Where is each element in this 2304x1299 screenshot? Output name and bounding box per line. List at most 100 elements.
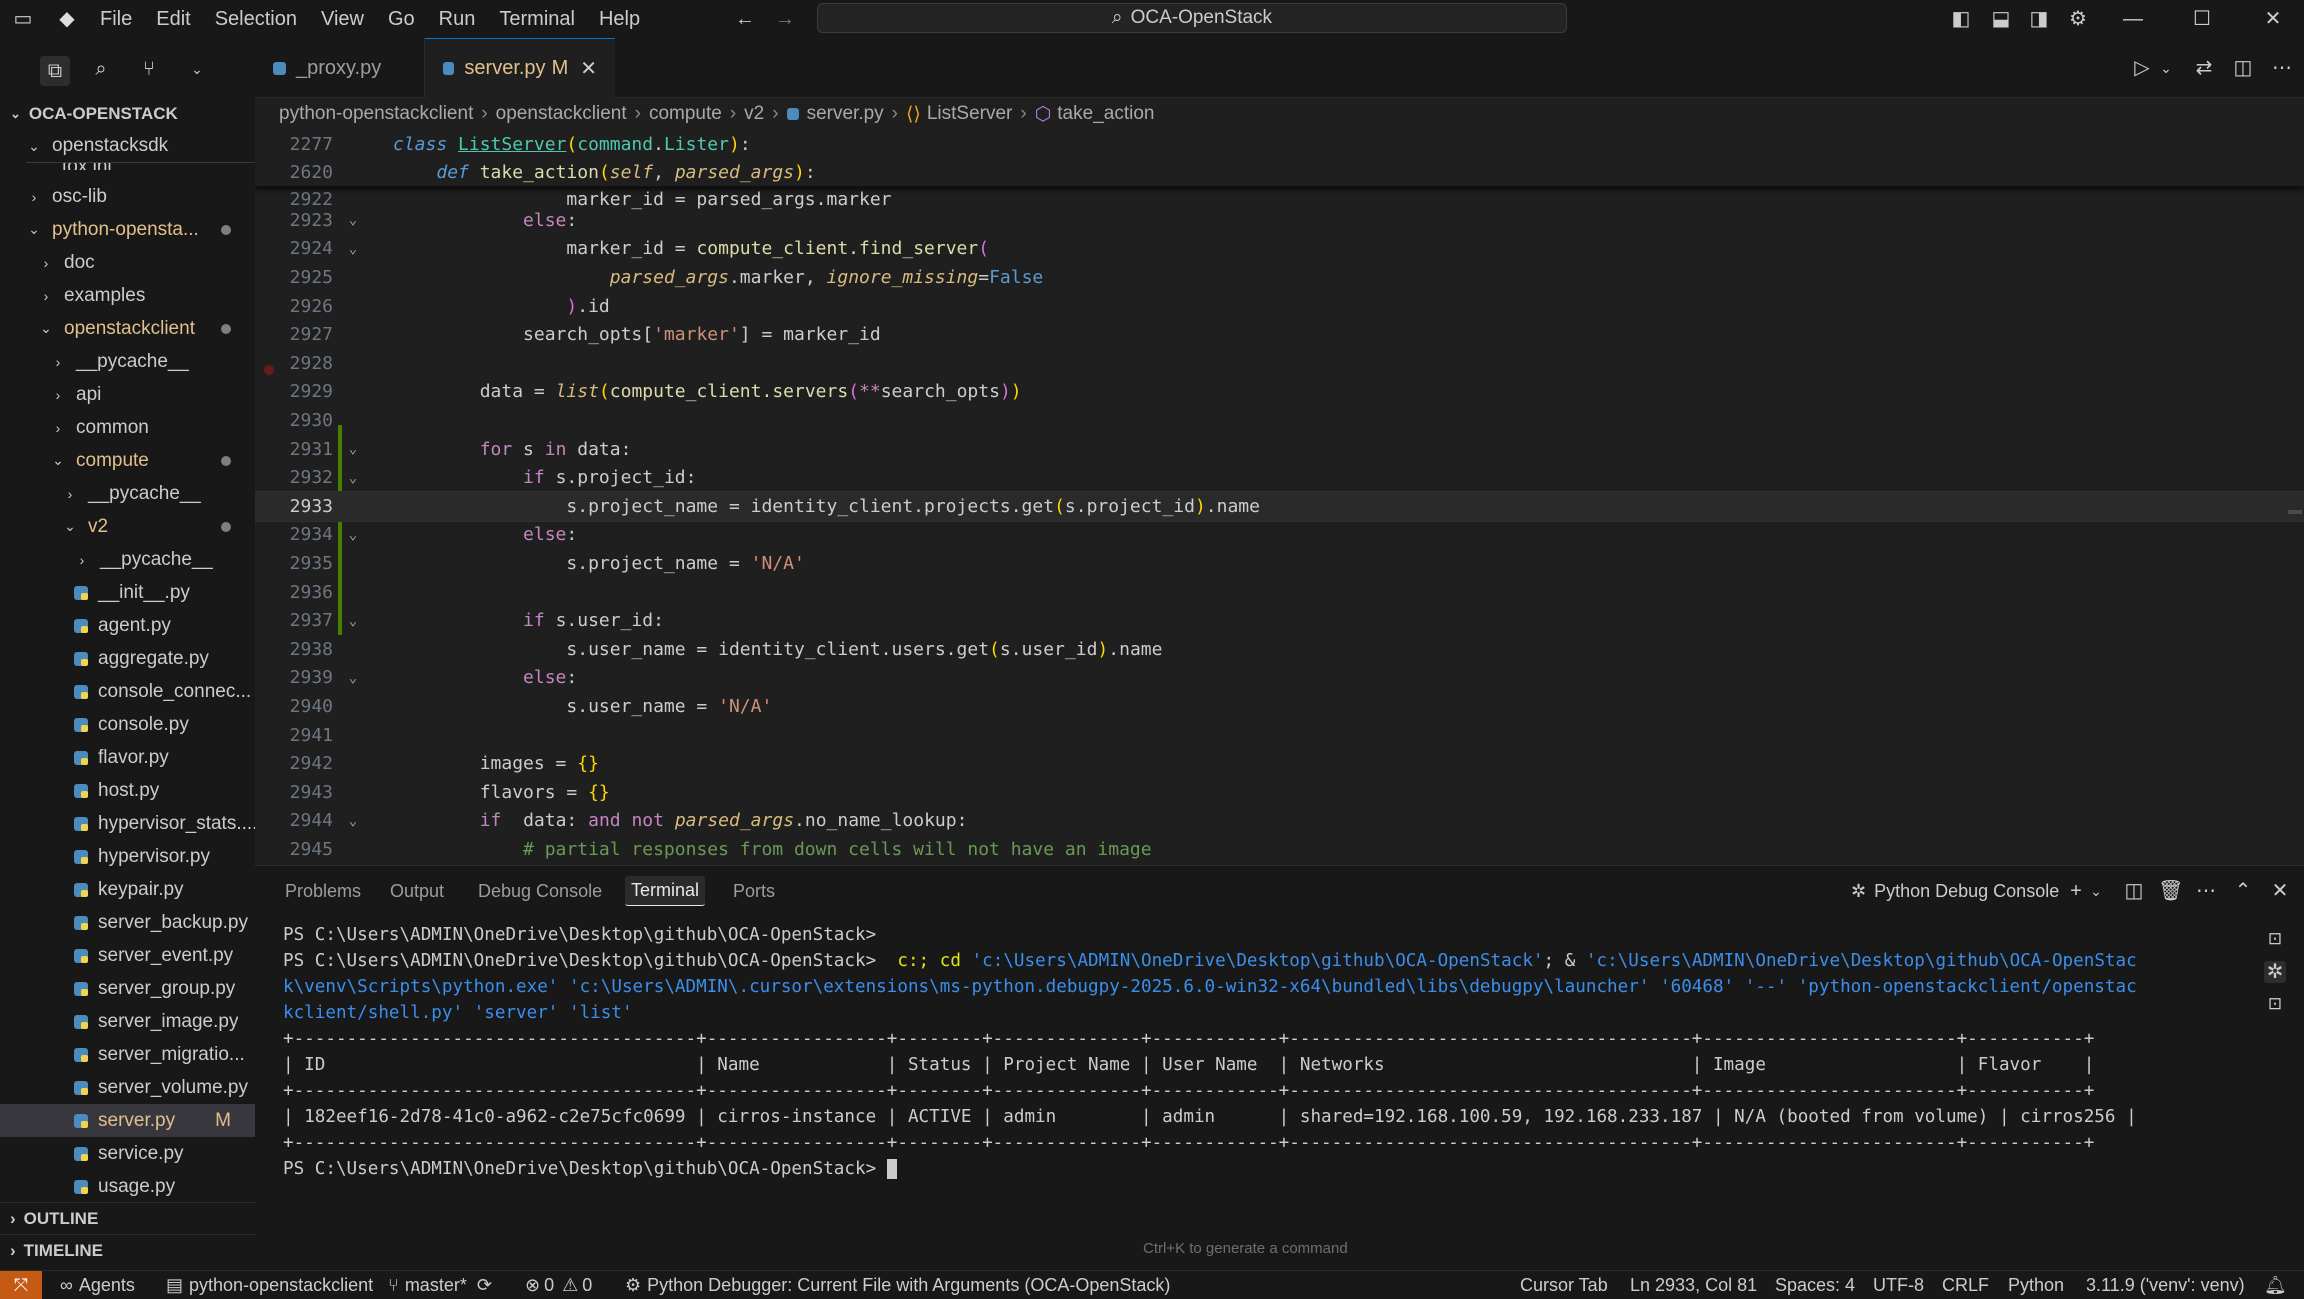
sticky-line[interactable]: 2620 def take_action(self, parsed_args):: [255, 158, 2304, 188]
tree-file-server-image[interactable]: server_image.py: [74, 1005, 238, 1038]
toggle-primary-sidebar-icon[interactable]: ◧: [1950, 8, 1972, 30]
tab-proxy-py[interactable]: _proxy.py: [255, 38, 425, 98]
code-line[interactable]: 2939 ⌄ else:: [255, 664, 2304, 693]
tree-file-server-event[interactable]: server_event.py: [74, 939, 233, 972]
agents-item[interactable]: ∞ Agents: [60, 1271, 135, 1299]
code-line[interactable]: 2937 ⌄ if s.user_id:: [255, 606, 2304, 635]
code-line[interactable]: 2940 s.user_name = 'N/A': [255, 692, 2304, 721]
forward-arrow-icon[interactable]: →: [774, 8, 796, 30]
code-line[interactable]: 2944 ⌄ if data: and not parsed_args.no_na…: [255, 807, 2304, 836]
tree-file-aggregate[interactable]: aggregate.py: [74, 642, 209, 675]
menu-go[interactable]: Go: [376, 8, 427, 31]
code-line[interactable]: 2942 images = {}: [255, 749, 2304, 778]
tree-file-server-selected[interactable]: server.py M: [0, 1104, 255, 1137]
tree-folder-pycache[interactable]: › __pycache__: [50, 345, 189, 378]
more-views-chevron-icon[interactable]: ⌄: [186, 58, 208, 80]
tree-file-hypervisor-stats[interactable]: hypervisor_stats....: [74, 807, 257, 840]
maximize-panel-chevron-up-icon[interactable]: ⌃: [2232, 880, 2254, 902]
run-icon[interactable]: ▷: [2131, 57, 2153, 79]
command-center-search[interactable]: ⌕ OCA-OpenStack: [817, 3, 1567, 33]
timeline-section-header[interactable]: › TIMELINE: [0, 1234, 255, 1266]
tree-file-console[interactable]: console.py: [74, 708, 189, 741]
split-terminal-icon[interactable]: ◫: [2123, 880, 2145, 902]
tree-folder-v2[interactable]: ⌄ v2: [62, 510, 255, 543]
menu-selection[interactable]: Selection: [203, 8, 309, 31]
tree-file-init[interactable]: __init__.py: [74, 576, 190, 609]
explorer-icon[interactable]: ⧉: [40, 56, 70, 86]
sticky-line[interactable]: 2277 class ListServer(command.Lister):: [255, 130, 2304, 159]
indentation[interactable]: Spaces: 4: [1775, 1271, 1855, 1299]
terminal-list-icon[interactable]: ⊡: [2264, 993, 2286, 1015]
code-line[interactable]: 2928: [255, 349, 2304, 378]
sync-icon[interactable]: ⟳: [477, 1275, 492, 1296]
code-line[interactable]: 2929 data = list(compute_client.servers(…: [255, 378, 2304, 407]
source-control-icon[interactable]: ⑂: [138, 58, 160, 80]
tree-folder-common[interactable]: › common: [50, 411, 149, 444]
settings-gear-icon[interactable]: ⚙: [2067, 8, 2089, 30]
run-dropdown-chevron-icon[interactable]: ⌄: [2155, 57, 2177, 79]
more-actions-icon[interactable]: ⋯: [2271, 57, 2293, 79]
code-line[interactable]: 2945 # partial responses from down cells…: [255, 835, 2304, 864]
more-actions-icon[interactable]: ⋯: [2195, 880, 2217, 902]
tree-file-hypervisor[interactable]: hypervisor.py: [74, 840, 210, 873]
code-line[interactable]: 2936: [255, 578, 2304, 607]
tree-file-server-migration[interactable]: server_migratio...: [74, 1038, 245, 1071]
breadcrumb-item[interactable]: python-openstackclient: [279, 103, 473, 125]
toggle-panel-icon[interactable]: ⬓: [1990, 8, 2012, 30]
code-line[interactable]: 2930: [255, 406, 2304, 435]
tree-folder-pycache[interactable]: › __pycache__: [62, 477, 201, 510]
tree-folder-osc-lib[interactable]: › osc-lib: [26, 180, 107, 213]
tree-folder-openstacksdk[interactable]: ⌄ openstacksdk: [26, 130, 255, 163]
tree-file-agent[interactable]: agent.py: [74, 609, 171, 642]
tree-folder-api[interactable]: › api: [50, 378, 102, 411]
code-line[interactable]: 2922 marker_id = parsed_args.marker: [255, 185, 2304, 214]
notifications-bell-icon[interactable]: 🔔︎: [2264, 1271, 2287, 1299]
minimize-icon[interactable]: —: [2122, 8, 2144, 30]
code-line[interactable]: 2935 s.project_name = 'N/A': [255, 549, 2304, 578]
language-mode[interactable]: Python: [2008, 1271, 2064, 1299]
debug-config-item[interactable]: ⚙ Python Debugger: Current File with Argu…: [625, 1271, 1170, 1299]
code-line[interactable]: 2926 ).id: [255, 292, 2304, 321]
tree-file-server-volume[interactable]: server_volume.py: [74, 1071, 248, 1104]
menu-view[interactable]: View: [309, 8, 376, 31]
encoding[interactable]: UTF-8: [1873, 1271, 1924, 1299]
split-editor-icon[interactable]: ◫: [2232, 57, 2254, 79]
tree-file-server-backup[interactable]: server_backup.py: [74, 906, 248, 939]
breadcrumb-item[interactable]: compute: [649, 103, 722, 125]
tree-folder-doc[interactable]: › doc: [38, 246, 95, 279]
breadcrumb-item[interactable]: ListServer: [927, 103, 1013, 125]
cursor-position[interactable]: Ln 2933, Col 81: [1630, 1271, 1757, 1299]
current-code-line[interactable]: 2933 s.project_name = identity_client.pr…: [255, 491, 2304, 522]
compare-changes-icon[interactable]: ⇄: [2193, 57, 2215, 79]
code-line[interactable]: 2924 ⌄ marker_id = compute_client.find_se…: [255, 235, 2304, 264]
breadcrumb-item[interactable]: take_action: [1057, 103, 1154, 125]
code-line[interactable]: 2934 ⌄ else:: [255, 521, 2304, 550]
project-item[interactable]: ▤ python-openstackclient: [166, 1271, 373, 1299]
code-line[interactable]: 2931 ⌄ for s in data:: [255, 435, 2304, 464]
tree-folder-compute[interactable]: ⌄ compute: [50, 444, 255, 477]
new-terminal-plus-icon[interactable]: +: [2065, 880, 2087, 902]
code-line[interactable]: 2941: [255, 721, 2304, 750]
close-panel-icon[interactable]: ✕: [2269, 880, 2291, 902]
tree-file-usage[interactable]: usage.py: [74, 1170, 175, 1203]
code-line[interactable]: 2927 search_opts['marker'] = marker_id: [255, 320, 2304, 349]
tree-file-keypair[interactable]: keypair.py: [74, 873, 184, 906]
menu-run[interactable]: Run: [427, 8, 488, 31]
debug-terminal-icon[interactable]: ✲: [2264, 961, 2286, 983]
terminal-session-selector[interactable]: ✲ Python Debug Console: [1845, 876, 2065, 906]
tree-file-service[interactable]: service.py: [74, 1137, 184, 1170]
remote-indicator[interactable]: ⤧: [0, 1271, 42, 1299]
tree-folder-examples[interactable]: › examples: [38, 279, 146, 312]
minimap-scroll-indicator[interactable]: [2288, 510, 2302, 514]
tree-file-server-group[interactable]: server_group.py: [74, 972, 235, 1005]
end-of-line[interactable]: CRLF: [1942, 1271, 1989, 1299]
tree-file-console-connection[interactable]: console_connec...: [74, 675, 251, 708]
tab-server-py[interactable]: server.py M ✕: [425, 38, 615, 98]
code-line[interactable]: 2925 parsed_args.marker, ignore_missing=…: [255, 263, 2304, 292]
breadcrumb-item[interactable]: server.py: [807, 103, 884, 125]
tree-folder-pycache[interactable]: › __pycache__: [74, 543, 213, 576]
problems-item[interactable]: ⊗ 0 ⚠ 0: [525, 1271, 592, 1299]
maximize-icon[interactable]: ☐: [2191, 8, 2213, 30]
breadcrumb-item[interactable]: openstackclient: [496, 103, 627, 125]
cursor-tab-item[interactable]: Cursor Tab: [1520, 1271, 1608, 1299]
